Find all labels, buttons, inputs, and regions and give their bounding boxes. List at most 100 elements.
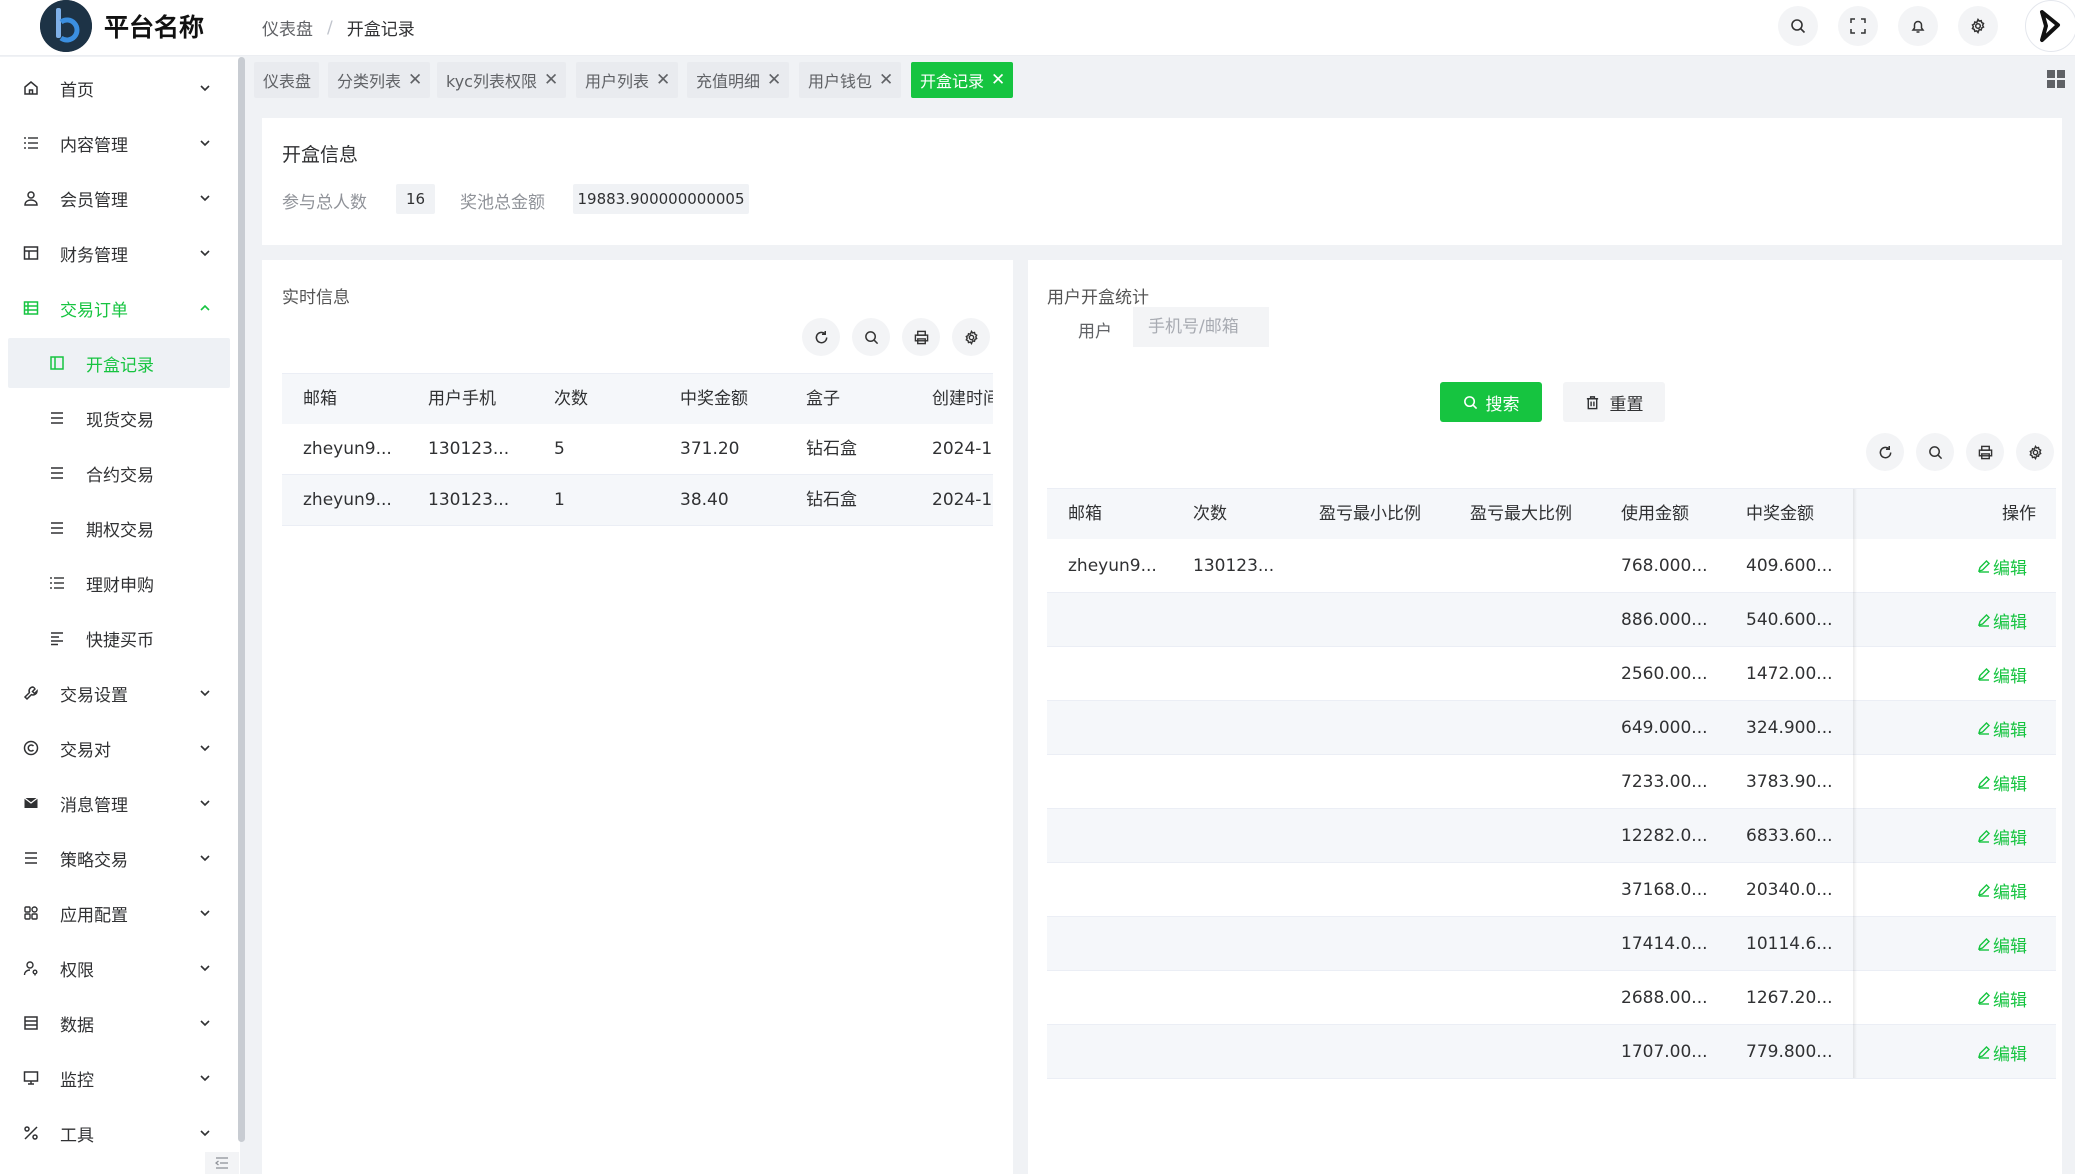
sidebar-item-label: 交易订单 — [60, 300, 128, 321]
table-row[interactable]: zheyun9... 130123... 1 38.40 钻石盒 2024-1 — [282, 475, 993, 525]
sidebar-item-permissions[interactable]: 权限 — [8, 943, 230, 993]
logo[interactable]: 平台名称 — [40, 0, 204, 52]
realtime-settings-button[interactable] — [952, 318, 990, 356]
sidebar-item-trade-pairs[interactable]: 交易对 — [8, 723, 230, 773]
search-button[interactable]: 搜索 — [1440, 382, 1542, 422]
header-notification-button[interactable] — [1898, 6, 1938, 46]
table-row[interactable]: 886.000... 540.600... 编辑 — [1047, 593, 2056, 647]
sidebar-item-trade-settings[interactable]: 交易设置 — [8, 668, 230, 718]
realtime-refresh-button[interactable] — [802, 318, 840, 356]
edit-button[interactable]: 编辑 — [1977, 917, 2027, 971]
close-icon[interactable]: ✕ — [408, 70, 422, 90]
table-row[interactable]: 7233.00... 3783.90... 编辑 — [1047, 755, 2056, 809]
edit-button[interactable]: 编辑 — [1977, 1025, 2027, 1078]
tab-dashboard[interactable]: 仪表盘 — [254, 62, 320, 98]
chevron-down-icon — [200, 855, 210, 862]
sidebar-item-strategy-trade[interactable]: 策略交易 — [8, 833, 230, 883]
sidebar-item-spot-trade[interactable]: 现货交易 — [8, 393, 230, 443]
sidebar-item-finance[interactable]: 财务管理 — [8, 228, 230, 278]
stats-settings-button[interactable] — [2016, 433, 2054, 471]
edit-button[interactable]: 编辑 — [1977, 593, 2027, 647]
lines-icon — [51, 412, 63, 424]
sidebar-item-box-records[interactable]: 开盒记录 — [8, 338, 230, 388]
sidebar-item-quick-buy[interactable]: 快捷买币 — [8, 613, 230, 663]
realtime-search-button[interactable] — [852, 318, 890, 356]
sidebar-item-label: 首页 — [60, 80, 94, 101]
stats-print-button[interactable] — [1966, 433, 2004, 471]
edit-button[interactable]: 编辑 — [1977, 971, 2027, 1025]
close-icon[interactable]: ✕ — [767, 70, 781, 90]
tab-user-wallet[interactable]: 用户钱包 ✕ — [799, 62, 902, 98]
header-settings-button[interactable] — [1958, 6, 1998, 46]
tab-category-list[interactable]: 分类列表 ✕ — [328, 62, 431, 98]
table-row[interactable]: 17414.0... 10114.6... 编辑 — [1047, 917, 2056, 971]
edit-icon — [1977, 668, 1990, 681]
stats-search-button[interactable] — [1916, 433, 1954, 471]
sidebar-item-messages[interactable]: 消息管理 — [8, 778, 230, 828]
edit-icon — [1977, 992, 1990, 1005]
sidebar-collapse-button[interactable] — [205, 1152, 239, 1174]
sidebar-item-tools[interactable]: 工具 — [8, 1108, 230, 1158]
tab-user-list[interactable]: 用户列表 ✕ — [576, 62, 679, 98]
close-icon[interactable]: ✕ — [991, 70, 1005, 90]
user-filter-label: 用户 — [1078, 322, 1112, 342]
edit-button[interactable]: 编辑 — [1977, 809, 2027, 863]
table-row[interactable]: zheyun9... 130123... 5 371.20 钻石盒 2024-1 — [282, 424, 993, 475]
edit-button[interactable]: 编辑 — [1977, 539, 2027, 593]
header-search-button[interactable] — [1778, 6, 1818, 46]
grid-menu-icon[interactable] — [2047, 70, 2065, 88]
tab-recharge-details[interactable]: 充值明细 ✕ — [687, 62, 790, 98]
table-row[interactable]: 12282.0... 6833.60... 编辑 — [1047, 809, 2056, 863]
sidebar-item-data[interactable]: 数据 — [8, 998, 230, 1048]
list-icon — [24, 137, 38, 149]
close-icon[interactable]: ✕ — [879, 70, 893, 90]
cell-used-amount: 7233.00... — [1621, 772, 1708, 792]
edit-button[interactable]: 编辑 — [1977, 863, 2027, 917]
sidebar-item-app-config[interactable]: 应用配置 — [8, 888, 230, 938]
chevron-down-icon — [200, 745, 210, 752]
table-row[interactable]: 649.000... 324.900... 编辑 — [1047, 701, 2056, 755]
close-icon[interactable]: ✕ — [656, 70, 670, 90]
pool-total-label: 奖池总金额 — [460, 193, 545, 213]
sidebar-item-label: 期权交易 — [86, 520, 154, 541]
table-row[interactable]: 2560.00... 1472.00... 编辑 — [1047, 647, 2056, 701]
sidebar: 首页 内容管理 会员管理 财务管理 交易订单 开盒记录 现货交易 合约交易 期权… — [0, 57, 245, 1174]
sidebar-item-trade-orders[interactable]: 交易订单 — [8, 283, 230, 333]
tabs-bar: 仪表盘 分类列表 ✕ kyc列表权限 ✕ 用户列表 ✕ 充值明细 ✕ 用户钱包 … — [250, 61, 2075, 101]
participants-label: 参与总人数 — [282, 193, 367, 213]
tab-box-records[interactable]: 开盒记录 ✕ — [911, 62, 1014, 98]
sidebar-item-home[interactable]: 首页 — [8, 63, 230, 113]
sidebar-item-option-trade[interactable]: 期权交易 — [8, 503, 230, 553]
cell-prize-amount: 779.800... — [1746, 1042, 1833, 1062]
cell-email: zheyun9... — [1068, 556, 1157, 576]
table-row[interactable]: 2688.00... 1267.20... 编辑 — [1047, 971, 2056, 1025]
cell-box: 钻石盒 — [806, 439, 857, 459]
tab-kyc-permission[interactable]: kyc列表权限 ✕ — [437, 62, 567, 98]
sidebar-item-wealth-subscribe[interactable]: 理财申购 — [8, 558, 230, 608]
header-fullscreen-button[interactable] — [1838, 6, 1878, 46]
sidebar-item-contract-trade[interactable]: 合约交易 — [8, 448, 230, 498]
breadcrumb-current: 开盒记录 — [346, 20, 415, 40]
edit-button[interactable]: 编辑 — [1977, 755, 2027, 809]
sidebar-item-monitor[interactable]: 监控 — [8, 1053, 230, 1103]
user-search-input[interactable] — [1133, 307, 1269, 347]
sidebar-item-members[interactable]: 会员管理 — [8, 173, 230, 223]
user-avatar[interactable] — [2025, 0, 2075, 52]
stats-refresh-button[interactable] — [1866, 433, 1904, 471]
sidebar-scrollbar[interactable] — [238, 57, 245, 1142]
edit-button[interactable]: 编辑 — [1977, 701, 2027, 755]
edit-button[interactable]: 编辑 — [1977, 647, 2027, 701]
box-info-title: 开盒信息 — [282, 144, 359, 166]
breadcrumb: 仪表盘 / 开盒记录 — [262, 15, 415, 41]
table-row[interactable]: 37168.0... 20340.0... 编辑 — [1047, 863, 2056, 917]
table-row[interactable]: zheyun9... 130123... 768.000... 409.600... 编… — [1047, 539, 2056, 593]
close-icon[interactable]: ✕ — [544, 70, 558, 90]
realtime-print-button[interactable] — [902, 318, 940, 356]
breadcrumb-dashboard[interactable]: 仪表盘 — [262, 15, 313, 40]
sidebar-item-label: 交易对 — [60, 740, 111, 761]
reset-button[interactable]: 重置 — [1563, 382, 1665, 422]
tab-label: 用户列表 — [585, 72, 650, 91]
realtime-table: 邮箱 用户手机 次数 中奖金额 盒子 创建时间 zheyun9... 13012… — [282, 373, 993, 526]
table-row[interactable]: 1707.00... 779.800... 编辑 — [1047, 1025, 2056, 1078]
sidebar-item-content[interactable]: 内容管理 — [8, 118, 230, 168]
